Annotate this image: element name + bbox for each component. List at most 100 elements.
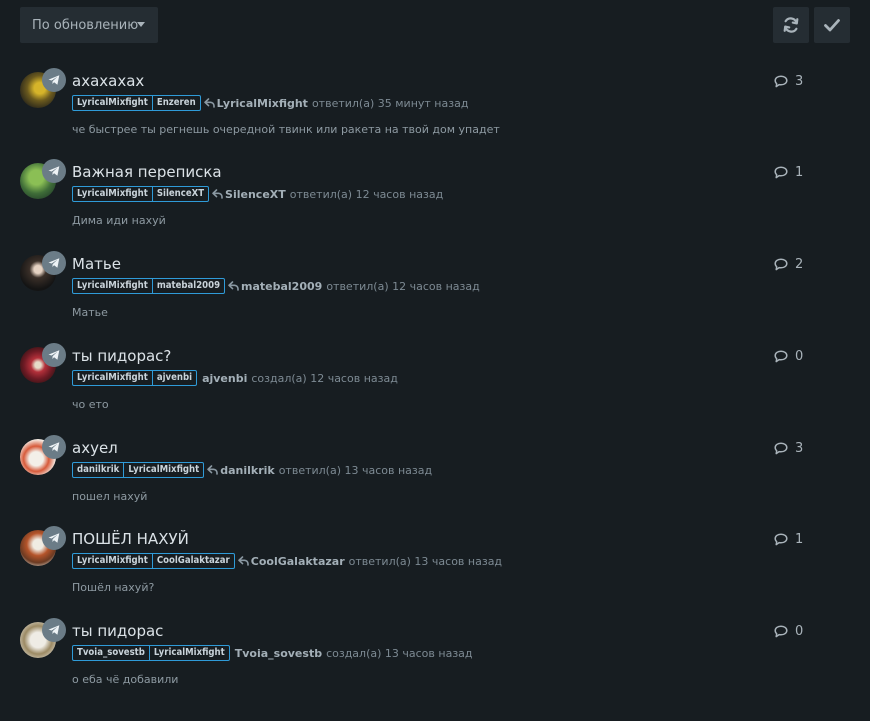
refresh-icon: [783, 17, 799, 33]
tag[interactable]: LyricalMixfight: [73, 371, 152, 385]
telegram-icon: [42, 526, 66, 550]
topic-meta: LyricalMixfight Enzeren LyricalMixfight о…: [72, 94, 468, 112]
mark-read-button[interactable]: [814, 7, 850, 43]
reply-count-value: 0: [795, 624, 804, 639]
tag-group: LyricalMixfight ajvenbi: [72, 370, 198, 386]
topic-excerpt: че быстрее ты регнешь очередной твинк ил…: [72, 123, 500, 136]
topic-title[interactable]: ПОШЁЛ НАХУЙ: [72, 530, 189, 550]
reply-count: 3: [774, 74, 803, 89]
activity-text: создал(а) 13 часов назад: [326, 646, 473, 660]
tag-group: LyricalMixfight CoolGalaktazar: [72, 553, 235, 569]
topic-title[interactable]: ахуел: [72, 439, 118, 459]
telegram-icon: [42, 251, 66, 275]
last-poster-link[interactable]: ajvenbi: [202, 372, 247, 385]
reply-count-value: 2: [795, 257, 804, 272]
refresh-button[interactable]: [773, 7, 809, 43]
comment-icon: [774, 75, 788, 88]
reply-icon: [212, 189, 223, 199]
comment-icon: [774, 533, 788, 546]
comment-icon: [774, 442, 788, 455]
telegram-icon: [42, 618, 66, 642]
topic-excerpt: пошел нахуй: [72, 490, 148, 503]
topic-excerpt: Матье: [72, 306, 108, 319]
topic-meta: LyricalMixfight CoolGalaktazar CoolGalakt…: [72, 552, 502, 570]
tag[interactable]: ajvenbi: [151, 371, 196, 385]
last-poster-link[interactable]: matebal2009: [241, 280, 322, 293]
tag[interactable]: LyricalMixfight: [123, 463, 203, 477]
reply-count-value: 1: [795, 165, 804, 180]
topic-excerpt: о еба чё добавили: [72, 673, 179, 686]
telegram-icon: [42, 435, 66, 459]
topic-meta: Tvoia_sovestb LyricalMixfight Tvoia_soves…: [72, 644, 473, 662]
comment-icon: [774, 258, 788, 271]
reply-icon: [237, 556, 249, 566]
tag[interactable]: matebal2009: [151, 279, 224, 293]
topic-row[interactable]: Важная переписка LyricalMixfight SilenceX…: [0, 159, 870, 253]
reply-icon: [203, 98, 215, 108]
tag-group: Tvoia_sovestb LyricalMixfight: [72, 645, 230, 661]
reply-count-value: 3: [795, 74, 804, 89]
topic-row[interactable]: Матье LyricalMixfight matebal2009 matebal…: [0, 251, 870, 345]
comment-icon: [774, 625, 788, 638]
comment-icon: [774, 166, 788, 179]
sort-dropdown[interactable]: По обновлению: [20, 7, 158, 43]
topic-row[interactable]: ахахахах LyricalMixfight Enzeren LyricalM…: [0, 68, 870, 162]
topic-excerpt: чо ето: [72, 398, 109, 411]
check-icon: [824, 19, 840, 32]
last-poster-link[interactable]: LyricalMixfight: [217, 97, 308, 110]
tag-group: LyricalMixfight SilenceXT: [72, 186, 210, 202]
activity-text: создал(а) 12 часов назад: [251, 371, 398, 385]
tag-group: danilkrik LyricalMixfight: [72, 462, 205, 478]
last-poster-link[interactable]: SilenceXT: [225, 188, 286, 201]
topic-row[interactable]: ПОШЁЛ НАХУЙ LyricalMixfight CoolGalaktaza…: [0, 526, 870, 620]
sort-label: По обновлению: [32, 17, 139, 33]
reply-count-value: 3: [795, 441, 804, 456]
tag[interactable]: LyricalMixfight: [148, 646, 229, 660]
topic-meta: danilkrik LyricalMixfight danilkrik ответ…: [72, 461, 432, 479]
tag[interactable]: LyricalMixfight: [73, 187, 152, 201]
topic-row[interactable]: ты пидорас Tvoia_sovestb LyricalMixfight …: [0, 618, 870, 712]
activity-text: ответил(а) 12 часов назад: [326, 279, 480, 293]
activity-text: ответил(а) 13 часов назад: [278, 463, 433, 477]
telegram-icon: [42, 68, 66, 92]
reply-count: 3: [774, 441, 803, 456]
reply-count-value: 0: [795, 349, 804, 364]
topic-meta: LyricalMixfight SilenceXT SilenceXT ответ…: [72, 185, 443, 203]
last-poster-link[interactable]: danilkrik: [220, 464, 275, 477]
reply-icon: [207, 465, 219, 475]
activity-text: ответил(а) 13 часов назад: [348, 554, 503, 568]
reply-count: 0: [774, 349, 803, 364]
topic-meta: LyricalMixfight matebal2009 matebal2009 о…: [72, 277, 480, 295]
reply-count: 1: [774, 532, 803, 547]
last-poster-link[interactable]: CoolGalaktazar: [251, 555, 345, 568]
reply-icon: [228, 281, 239, 291]
topic-row[interactable]: ты пидорас? LyricalMixfight ajvenbi ajven…: [0, 343, 870, 437]
topic-title[interactable]: Матье: [72, 255, 121, 275]
topic-title[interactable]: Важная переписка: [72, 163, 222, 183]
topic-excerpt: Пошёл нахуй?: [72, 581, 155, 594]
topic-title[interactable]: ты пидорас: [72, 622, 163, 642]
topic-row[interactable]: ахуел danilkrik LyricalMixfight danilkrik…: [0, 435, 870, 529]
topic-list-toolbar: По обновлению: [0, 0, 870, 52]
tag[interactable]: LyricalMixfight: [73, 279, 152, 293]
topic-excerpt: Дима иди нахуй: [72, 214, 166, 227]
tag[interactable]: danilkrik: [73, 463, 123, 477]
topic-title[interactable]: ты пидорас?: [72, 347, 171, 367]
topic-title[interactable]: ахахахах: [72, 72, 144, 92]
topic-meta: LyricalMixfight ajvenbi ajvenbi создал(а)…: [72, 369, 398, 387]
tag[interactable]: Enzeren: [151, 96, 200, 110]
tag-group: LyricalMixfight Enzeren: [72, 95, 201, 111]
comment-icon: [774, 350, 788, 363]
tag[interactable]: LyricalMixfight: [73, 554, 152, 568]
telegram-icon: [42, 343, 66, 367]
reply-count: 2: [774, 257, 803, 272]
tag[interactable]: CoolGalaktazar: [151, 554, 234, 568]
last-poster-link[interactable]: Tvoia_sovestb: [235, 647, 322, 660]
telegram-icon: [42, 159, 66, 183]
reply-count: 0: [774, 624, 803, 639]
tag[interactable]: SilenceXT: [151, 187, 208, 201]
activity-text: ответил(а) 35 минут назад: [311, 96, 469, 110]
tag[interactable]: LyricalMixfight: [73, 96, 152, 110]
tag[interactable]: Tvoia_sovestb: [73, 646, 149, 660]
reply-count-value: 1: [795, 532, 804, 547]
